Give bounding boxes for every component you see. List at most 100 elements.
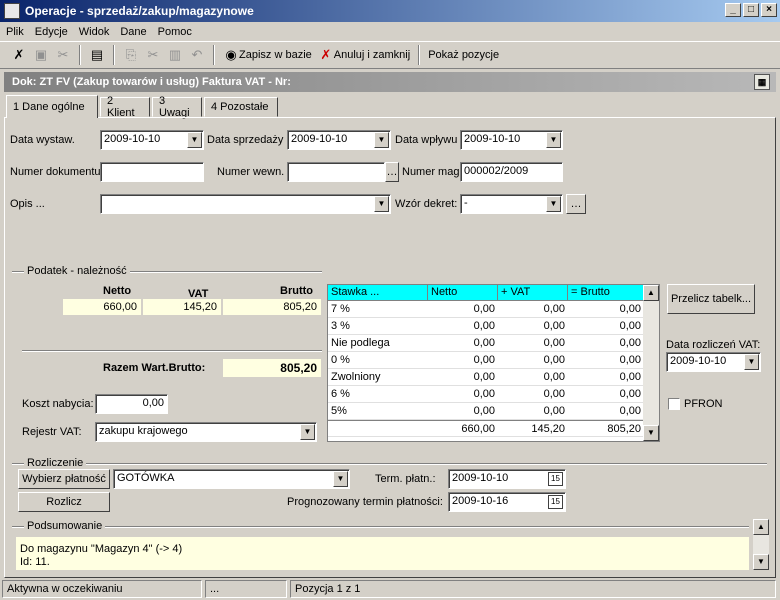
- grid-totals-row: 660,00 145,20 805,20: [328, 420, 659, 437]
- cost-label: Koszt nabycia:: [22, 398, 94, 410]
- recalculate-table-button[interactable]: Przelicz tabelk...: [667, 284, 755, 314]
- chevron-down-icon[interactable]: ▼: [300, 424, 315, 440]
- payment-select[interactable]: GOTÓWKA ▼: [113, 469, 350, 489]
- chevron-down-icon[interactable]: ▼: [374, 132, 389, 148]
- internal-number-input[interactable]: [287, 162, 385, 182]
- paste-icon[interactable]: ▥: [167, 47, 183, 63]
- grid-header-brutto[interactable]: = Brutto: [568, 285, 644, 300]
- cancel-icon: ✗: [320, 47, 332, 62]
- grid-cell: 0,00: [619, 303, 641, 315]
- date-issued-field[interactable]: 2009-10-10 ▼: [100, 130, 204, 150]
- cut-icon[interactable]: ✂: [145, 47, 161, 63]
- settlement-group-label: Rozliczenie: [24, 457, 87, 469]
- chevron-down-icon[interactable]: ▼: [187, 132, 202, 148]
- properties-icon[interactable]: ▤: [89, 47, 105, 63]
- grid-row[interactable]: 0 % 0,00 0,00 0,00: [328, 352, 659, 369]
- show-items-button[interactable]: Pokaż pozycje: [425, 44, 502, 66]
- grid-cell: 0,00: [543, 337, 565, 349]
- choose-payment-button[interactable]: Wybierz płatność: [18, 469, 110, 489]
- menu-widok[interactable]: Widok: [79, 26, 110, 38]
- status-middle: ...: [205, 580, 287, 598]
- chevron-down-icon[interactable]: ▼: [744, 354, 759, 370]
- description-field[interactable]: ▼: [100, 194, 391, 214]
- decree-select[interactable]: - ▼: [460, 194, 563, 214]
- document-icon[interactable]: ▦: [754, 74, 770, 90]
- grid-header-netto[interactable]: Netto: [428, 285, 498, 300]
- grid-row[interactable]: Zwolniony 0,00 0,00 0,00: [328, 369, 659, 386]
- grid-row[interactable]: Nie podlega 0,00 0,00 0,00: [328, 335, 659, 352]
- vat-register-select[interactable]: zakupu krajowego ▼: [95, 422, 317, 442]
- summary-scrollbar[interactable]: ▲ ▼: [753, 519, 769, 570]
- total-gross-label: Razem Wart.Brutto:: [103, 362, 206, 374]
- chevron-down-icon[interactable]: ▼: [333, 471, 348, 487]
- grid-cell: 0,00: [473, 303, 495, 315]
- calendar-icon[interactable]: 15: [548, 495, 563, 509]
- settle-button[interactable]: Rozlicz: [18, 492, 110, 512]
- vat-settle-date-select[interactable]: 2009-10-10 ▼: [666, 352, 761, 372]
- vat-rate-grid[interactable]: Stawka ... Netto + VAT = Brutto 7 % 0,00 0…: [327, 284, 660, 442]
- chevron-down-icon[interactable]: ▼: [546, 196, 561, 212]
- date-issued-label: Data wystaw.: [10, 134, 75, 146]
- menu-pomoc[interactable]: Pomoc: [158, 26, 192, 38]
- copy-icon[interactable]: ⎘: [123, 47, 139, 63]
- tab-other[interactable]: 4 Pozostałe: [204, 97, 278, 117]
- menu-edycje[interactable]: Edycje: [35, 26, 68, 38]
- doc-number-input[interactable]: [100, 162, 204, 182]
- maximize-button[interactable]: □: [743, 3, 759, 17]
- forecast-term-field[interactable]: 2009-10-16 15: [448, 492, 566, 512]
- scroll-up-icon[interactable]: ▲: [643, 285, 659, 301]
- decree-browse-button[interactable]: …: [566, 194, 586, 214]
- delete-icon[interactable]: ✂: [55, 47, 71, 63]
- grid-cell: 0,00: [619, 388, 641, 400]
- scroll-up-icon[interactable]: ▲: [753, 519, 769, 535]
- tab-client[interactable]: 2 Klient: [100, 95, 150, 119]
- scroll-down-icon[interactable]: ▼: [753, 554, 769, 570]
- tab-notes[interactable]: 3 Uwagi: [152, 95, 202, 119]
- chevron-down-icon[interactable]: ▼: [374, 196, 389, 212]
- total-gross-value: 805,20: [223, 359, 321, 377]
- cancel-close-button[interactable]: ✗ Anuluj i zamknij: [315, 44, 413, 66]
- tab-general[interactable]: 1 Dane ogólne: [6, 95, 98, 118]
- payment-term-label: Term. płatn.:: [375, 473, 436, 485]
- close-button[interactable]: ×: [761, 3, 777, 17]
- grid-cell: 0,00: [543, 388, 565, 400]
- grid-header-vat[interactable]: + VAT: [498, 285, 568, 300]
- save-icon[interactable]: ▣: [33, 47, 49, 63]
- cancel-edit-icon[interactable]: ✗: [11, 47, 27, 63]
- document-header: Dok: ZT FV (Zakup towarów i usług) Faktu…: [4, 72, 776, 92]
- disk-icon: ◉: [225, 47, 237, 62]
- app-icon: [4, 3, 20, 19]
- internal-number-browse-button[interactable]: …: [385, 162, 399, 182]
- grid-cell: 7 %: [331, 303, 350, 315]
- vat-register-label: Rejestr VAT:: [22, 426, 82, 438]
- date-sale-field[interactable]: 2009-10-10 ▼: [287, 130, 391, 150]
- grid-cell: Nie podlega: [331, 337, 390, 349]
- grid-scrollbar[interactable]: ▲ ▼: [643, 285, 659, 441]
- cost-input[interactable]: 0,00: [95, 394, 168, 414]
- grid-cell: 0,00: [543, 354, 565, 366]
- minimize-button[interactable]: _: [725, 3, 741, 17]
- payment-term-field[interactable]: 2009-10-10 15: [448, 469, 566, 489]
- undo-icon[interactable]: ↶: [189, 47, 205, 63]
- save-to-db-button[interactable]: ◉ Zapisz w bazie: [220, 44, 315, 66]
- grid-cell: Zwolniony: [331, 371, 381, 383]
- menu-plik[interactable]: Plik: [6, 26, 24, 38]
- settlement-group-line: [12, 463, 767, 465]
- summary-box: Do magazynu "Magazyn 4" (-> 4) Id: 11.: [16, 537, 749, 570]
- grid-row[interactable]: 6 % 0,00 0,00 0,00: [328, 386, 659, 403]
- grid-header-rate[interactable]: Stawka ...: [328, 285, 428, 300]
- grid-row[interactable]: 3 % 0,00 0,00 0,00: [328, 318, 659, 335]
- date-received-field[interactable]: 2009-10-10 ▼: [460, 130, 563, 150]
- pfron-label: PFRON: [684, 398, 723, 410]
- pfron-checkbox[interactable]: [668, 398, 680, 410]
- grid-cell: 3 %: [331, 320, 350, 332]
- vat-settle-date-label: Data rozliczeń VAT:: [666, 339, 761, 351]
- chevron-down-icon[interactable]: ▼: [546, 132, 561, 148]
- scroll-down-icon[interactable]: ▼: [643, 425, 659, 441]
- grid-row[interactable]: 7 % 0,00 0,00 0,00: [328, 301, 659, 318]
- menu-dane[interactable]: Dane: [120, 26, 146, 38]
- mag-number-input[interactable]: 000002/2009: [460, 162, 563, 182]
- grid-cell: 0,00: [619, 337, 641, 349]
- calendar-icon[interactable]: 15: [548, 472, 563, 486]
- grid-row[interactable]: 5% 0,00 0,00 0,00: [328, 403, 659, 420]
